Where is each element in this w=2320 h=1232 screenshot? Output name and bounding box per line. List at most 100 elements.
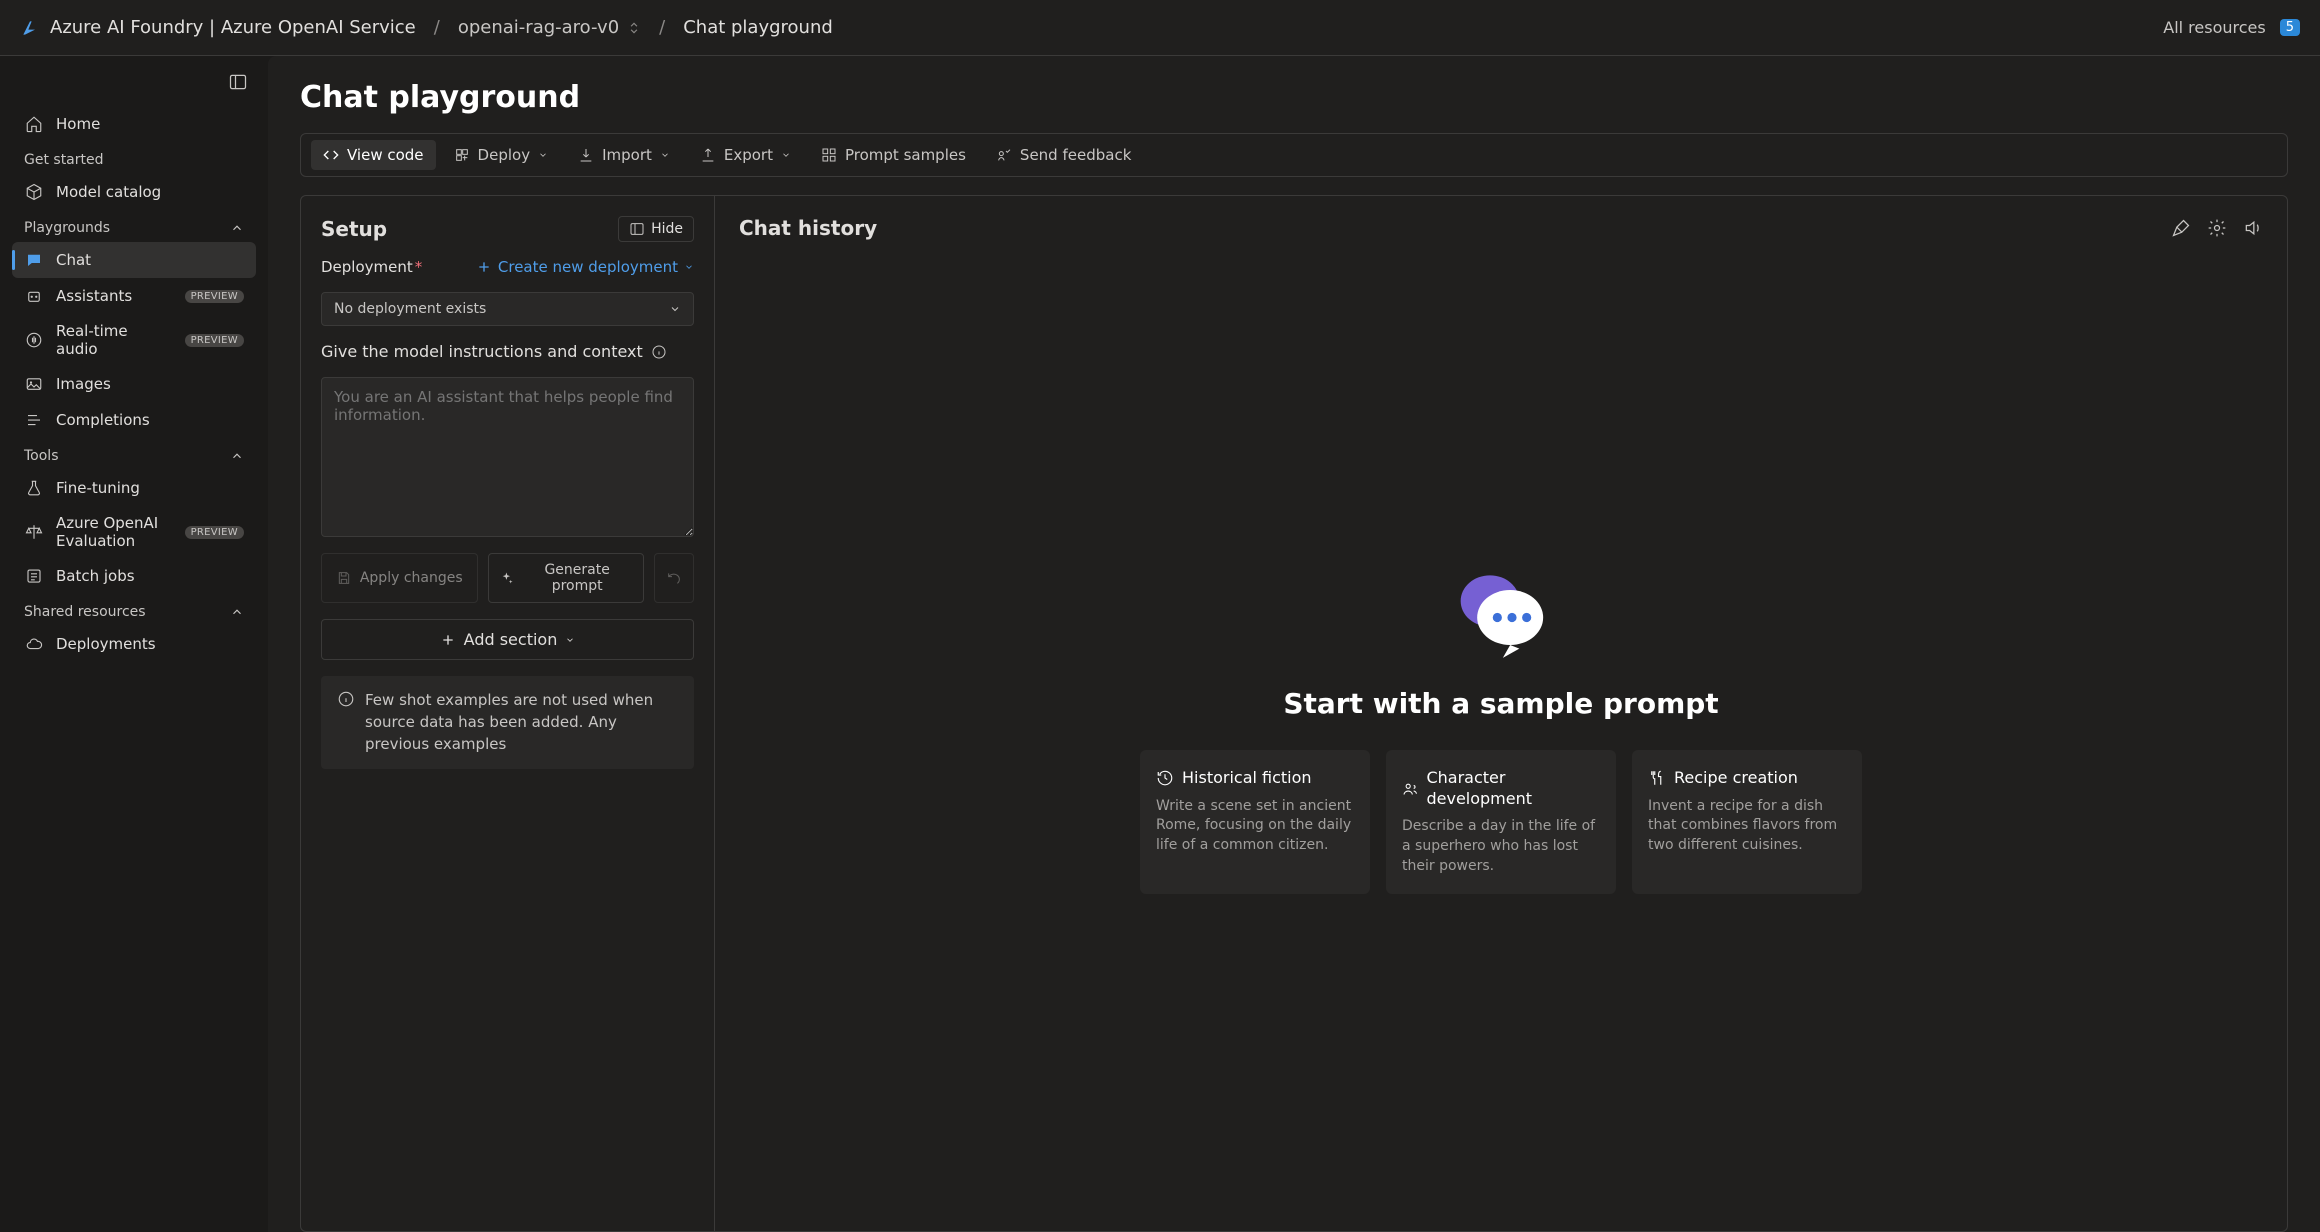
- button-label: View code: [347, 146, 424, 164]
- breadcrumb-separator: /: [659, 17, 665, 38]
- sample-prompt-card[interactable]: Recipe creation Invent a recipe for a di…: [1632, 750, 1862, 894]
- button-label: Import: [602, 146, 652, 164]
- chevron-down-icon: [781, 150, 791, 160]
- main-content: Chat playground View code Deploy Import …: [268, 56, 2320, 1232]
- undo-button[interactable]: [654, 553, 694, 603]
- broom-icon: [2171, 218, 2191, 238]
- info-icon[interactable]: [651, 344, 667, 360]
- create-deployment-link[interactable]: Create new deployment: [476, 258, 694, 276]
- scale-icon: [24, 522, 44, 542]
- sidebar-collapse-button[interactable]: [12, 66, 256, 106]
- button-label: Generate prompt: [521, 562, 633, 594]
- button-label: Prompt samples: [845, 146, 966, 164]
- card-desc: Describe a day in the life of a superher…: [1402, 817, 1600, 876]
- preview-badge: PREVIEW: [185, 334, 244, 347]
- import-icon: [578, 147, 594, 163]
- notification-badge[interactable]: 5: [2280, 19, 2300, 36]
- sidebar-item-deployments[interactable]: Deployments: [12, 626, 256, 662]
- sidebar-item-label: Chat: [56, 251, 244, 269]
- azure-logo-icon: [20, 18, 40, 38]
- sidebar-item-evaluation[interactable]: Azure OpenAI Evaluation PREVIEW: [12, 506, 256, 558]
- sidebar-group-get-started[interactable]: Get started: [12, 142, 256, 174]
- info-text: Few shot examples are not used when sour…: [365, 690, 678, 755]
- export-button[interactable]: Export: [688, 140, 803, 170]
- brand-name[interactable]: Azure AI Foundry | Azure OpenAI Service: [50, 17, 416, 38]
- import-button[interactable]: Import: [566, 140, 682, 170]
- chevron-up-icon: [230, 605, 244, 619]
- chevron-down-icon: [684, 262, 694, 272]
- breadcrumb-separator: /: [434, 17, 440, 38]
- export-icon: [700, 147, 716, 163]
- add-section-button[interactable]: Add section: [321, 619, 694, 660]
- prompt-samples-button[interactable]: Prompt samples: [809, 140, 978, 170]
- instructions-label: Give the model instructions and context: [321, 342, 643, 361]
- sidebar-item-label: Completions: [56, 411, 244, 429]
- button-label: Send feedback: [1020, 146, 1131, 164]
- chevron-down-icon: [669, 303, 681, 315]
- home-icon: [24, 114, 44, 134]
- sidebar-item-label: Batch jobs: [56, 567, 244, 585]
- undo-icon: [666, 570, 682, 586]
- all-resources-link[interactable]: All resources: [2163, 18, 2265, 37]
- sidebar-item-label: Azure OpenAI Evaluation: [56, 514, 173, 550]
- deployment-select[interactable]: No deployment exists: [321, 292, 694, 326]
- sidebar: Home Get started Model catalog Playgroun…: [0, 56, 268, 1232]
- plus-icon: [476, 259, 492, 275]
- card-title-text: Character development: [1426, 768, 1600, 810]
- fewshot-info-banner: Few shot examples are not used when sour…: [321, 676, 694, 769]
- breadcrumb-page[interactable]: Chat playground: [683, 17, 833, 38]
- clear-chat-button[interactable]: [2171, 218, 2191, 238]
- project-selector[interactable]: openai-rag-aro-v0: [458, 17, 641, 38]
- view-code-button[interactable]: View code: [311, 140, 436, 170]
- button-label: Export: [724, 146, 773, 164]
- speaker-icon: [2243, 218, 2263, 238]
- system-prompt-input[interactable]: [321, 377, 694, 537]
- feedback-icon: [996, 147, 1012, 163]
- preview-badge: PREVIEW: [185, 526, 244, 539]
- breadcrumb: Azure AI Foundry | Azure OpenAI Service …: [50, 17, 833, 38]
- sidebar-item-batch-jobs[interactable]: Batch jobs: [12, 558, 256, 594]
- speaker-button[interactable]: [2243, 218, 2263, 238]
- sidebar-group-tools[interactable]: Tools: [12, 438, 256, 470]
- chevron-up-icon: [230, 449, 244, 463]
- sidebar-item-assistants[interactable]: Assistants PREVIEW: [12, 278, 256, 314]
- hide-setup-button[interactable]: Hide: [618, 216, 694, 242]
- group-label: Shared resources: [24, 604, 146, 620]
- sidebar-item-fine-tuning[interactable]: Fine-tuning: [12, 470, 256, 506]
- grid-icon: [821, 147, 837, 163]
- generate-prompt-button[interactable]: Generate prompt: [488, 553, 645, 603]
- group-label: Tools: [24, 448, 59, 464]
- sidebar-group-shared[interactable]: Shared resources: [12, 594, 256, 626]
- chevron-down-icon: [660, 150, 670, 160]
- deploy-icon: [454, 147, 470, 163]
- group-label: Playgrounds: [24, 220, 110, 236]
- panel-left-icon: [629, 221, 645, 237]
- sidebar-group-playgrounds[interactable]: Playgrounds: [12, 210, 256, 242]
- audio-icon: [24, 330, 44, 350]
- sample-prompt-card[interactable]: Historical fiction Write a scene set in …: [1140, 750, 1370, 894]
- sidebar-item-chat[interactable]: Chat: [12, 242, 256, 278]
- robot-icon: [24, 286, 44, 306]
- setup-panel: Setup Hide Deployment* Create new deploy…: [301, 196, 715, 1231]
- gear-icon: [2207, 218, 2227, 238]
- plus-icon: [440, 632, 456, 648]
- sidebar-item-completions[interactable]: Completions: [12, 402, 256, 438]
- chevron-updown-icon: [627, 21, 641, 35]
- sidebar-item-label: Real-time audio: [56, 322, 173, 358]
- setup-title: Setup: [321, 217, 387, 241]
- sidebar-item-label: Assistants: [56, 287, 173, 305]
- sidebar-item-images[interactable]: Images: [12, 366, 256, 402]
- chat-settings-button[interactable]: [2207, 218, 2227, 238]
- button-label: Add section: [464, 630, 558, 649]
- send-feedback-button[interactable]: Send feedback: [984, 140, 1143, 170]
- deploy-button[interactable]: Deploy: [442, 140, 561, 170]
- sidebar-item-label: Model catalog: [56, 183, 244, 201]
- apply-changes-button[interactable]: Apply changes: [321, 553, 478, 603]
- sidebar-item-realtime-audio[interactable]: Real-time audio PREVIEW: [12, 314, 256, 366]
- chat-hero-icon: [1446, 557, 1556, 667]
- sidebar-item-model-catalog[interactable]: Model catalog: [12, 174, 256, 210]
- chevron-down-icon: [538, 150, 548, 160]
- sidebar-item-label: Deployments: [56, 635, 244, 653]
- sidebar-item-home[interactable]: Home: [12, 106, 256, 142]
- sample-prompt-card[interactable]: Character development Describe a day in …: [1386, 750, 1616, 894]
